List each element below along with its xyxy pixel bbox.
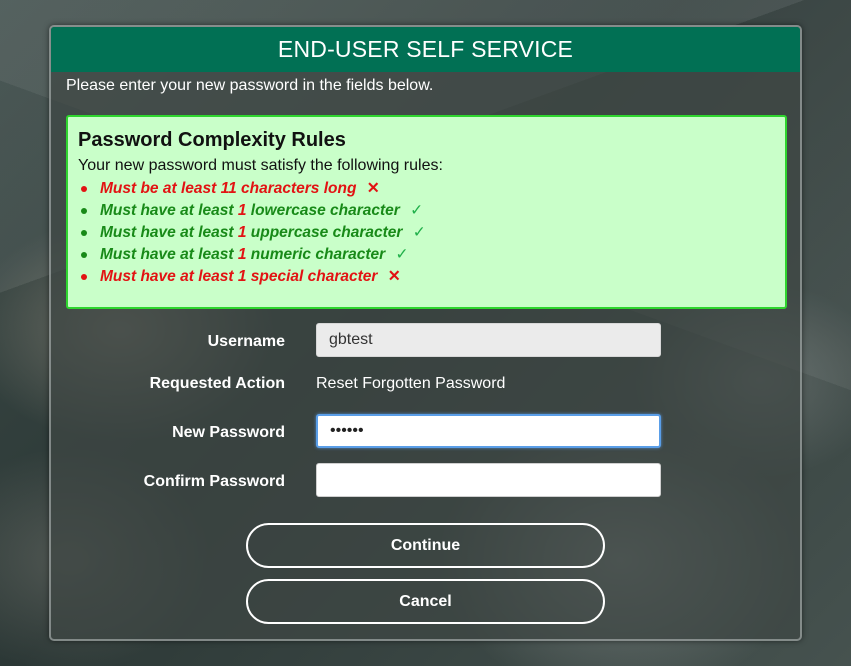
check-icon: ✓ <box>410 202 424 219</box>
requested-action-value: Reset Forgotten Password <box>316 375 506 392</box>
username-field: gbtest <box>316 323 661 357</box>
cross-icon: ✕ <box>366 180 380 197</box>
continue-button[interactable]: Continue <box>246 523 605 568</box>
requested-action-label: Requested Action <box>149 375 285 392</box>
rules-description: Your new password must satisfy the follo… <box>78 157 443 174</box>
confirm-password-input[interactable] <box>316 463 661 497</box>
rules-list: Must be at least 11 characters long ✕ Mu… <box>78 178 775 288</box>
bullet-icon <box>81 208 87 214</box>
rule-special: Must have at least 1 special character ✕ <box>81 266 775 288</box>
bullet-icon <box>81 274 87 280</box>
cross-icon: ✕ <box>387 268 401 285</box>
bullet-icon <box>81 230 87 236</box>
page-title: END-USER SELF SERVICE <box>277 36 574 62</box>
new-password-input[interactable] <box>316 414 661 448</box>
password-rules-box: Password Complexity Rules Your new passw… <box>66 115 787 309</box>
check-icon: ✓ <box>412 224 426 241</box>
cancel-button[interactable]: Cancel <box>246 579 605 624</box>
rule-lowercase: Must have at least 1 lowercase character… <box>81 200 775 222</box>
panel-header: END-USER SELF SERVICE <box>51 27 800 72</box>
confirm-password-label: Confirm Password <box>143 473 285 490</box>
self-service-panel: END-USER SELF SERVICE Please enter your … <box>49 25 802 641</box>
rule-numeric: Must have at least 1 numeric character ✓ <box>81 244 775 266</box>
rule-number: 11 <box>220 180 237 197</box>
bullet-icon <box>81 186 87 192</box>
new-password-label: New Password <box>172 424 285 441</box>
instructions-text: Please enter your new password in the fi… <box>66 77 434 94</box>
bullet-icon <box>81 252 87 258</box>
username-label: Username <box>207 333 285 350</box>
rules-title: Password Complexity Rules <box>78 129 346 151</box>
rule-uppercase: Must have at least 1 uppercase character… <box>81 222 775 244</box>
rule-min-length: Must be at least 11 characters long ✕ <box>81 178 775 200</box>
check-icon: ✓ <box>395 246 409 263</box>
